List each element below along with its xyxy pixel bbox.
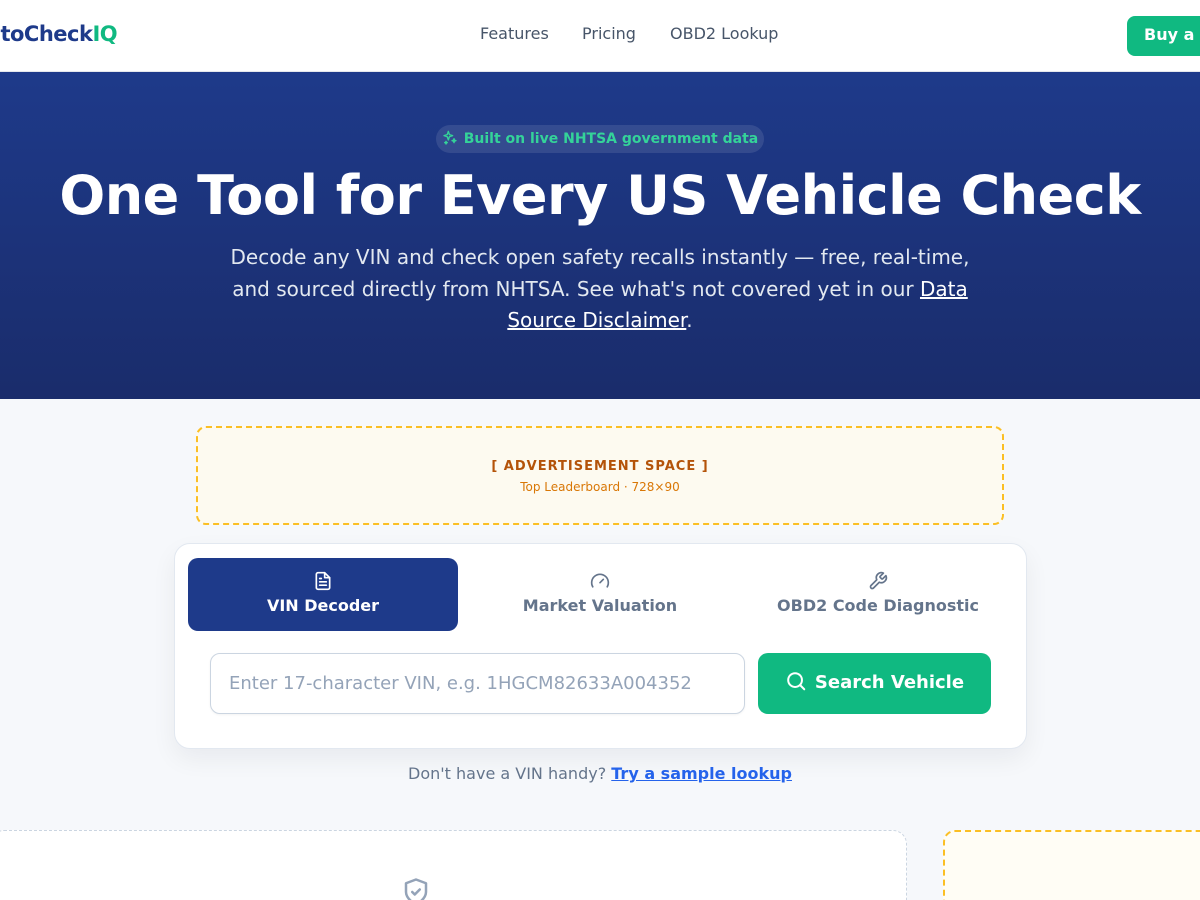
nav-link-features[interactable]: Features xyxy=(480,24,549,43)
tab-label: Market Valuation xyxy=(522,596,678,615)
tab-market-valuation[interactable]: Market Valuation xyxy=(465,558,735,631)
info-card xyxy=(0,830,907,900)
top-navbar: utoCheckIQ Features Pricing OBD2 Lookup … xyxy=(0,0,1200,72)
wrench-icon xyxy=(869,571,888,590)
search-icon xyxy=(787,672,806,691)
buy-button[interactable]: Buy a xyxy=(1127,16,1200,56)
hero-subtitle: Decode any VIN and check open safety rec… xyxy=(220,242,980,337)
badge-text: Built on live NHTSA government data xyxy=(463,131,759,147)
hero-title: One Tool for Every US Vehicle Check xyxy=(59,164,1141,227)
buy-button-label: Buy a xyxy=(1144,25,1195,44)
sample-lookup-line: Don't have a VIN handy? Try a sample loo… xyxy=(0,764,1200,783)
ad-subtitle: Top Leaderboard · 728×90 xyxy=(520,480,680,494)
search-vehicle-button[interactable]: Search Vehicle xyxy=(758,653,991,714)
hero-subtitle-text: Decode any VIN and check open safety rec… xyxy=(230,245,970,301)
nav-link-obd2-lookup[interactable]: OBD2 Lookup xyxy=(670,24,778,43)
nav-link-pricing[interactable]: Pricing xyxy=(582,24,636,43)
tab-obd2-code-diagnostic[interactable]: OBD2 Code Diagnostic xyxy=(742,558,1014,631)
sparkles-icon xyxy=(443,130,457,145)
data-source-badge: Built on live NHTSA government data xyxy=(436,125,764,153)
vehicle-tool-card: VIN Decoder Market Valuation OBD2 Code D… xyxy=(174,543,1027,749)
vin-input[interactable] xyxy=(210,653,745,714)
tab-label: OBD2 Code Diagnostic xyxy=(777,596,979,615)
top-leaderboard-ad: [ ADVERTISEMENT SPACE ] Top Leaderboard … xyxy=(196,426,1004,525)
search-button-label: Search Vehicle xyxy=(814,672,965,693)
tab-vin-decoder[interactable]: VIN Decoder xyxy=(188,558,458,631)
hero-section: Built on live NHTSA government data One … xyxy=(0,72,1200,399)
tab-label: VIN Decoder xyxy=(266,596,380,615)
sample-lookup-link[interactable]: Try a sample lookup xyxy=(611,764,792,783)
ad-title: [ ADVERTISEMENT SPACE ] xyxy=(491,459,709,474)
hero-subtitle-end: . xyxy=(686,308,693,332)
sidebar-ad xyxy=(943,830,1200,900)
shield-check-icon xyxy=(404,878,428,900)
gauge-icon xyxy=(590,573,610,588)
main-nav: Features Pricing OBD2 Lookup xyxy=(0,24,1200,46)
document-icon xyxy=(315,571,331,591)
sample-prefix: Don't have a VIN handy? xyxy=(408,764,612,783)
